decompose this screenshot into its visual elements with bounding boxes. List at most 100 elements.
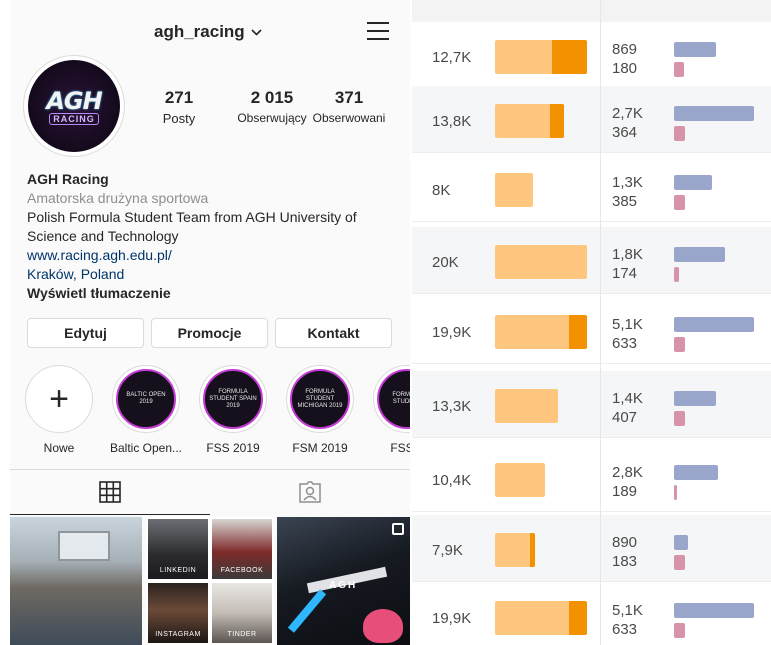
highlight-cover-text: FORMULA STUDENT [377,369,410,429]
highlight-fsm-2019[interactable]: FORMULA STUDENT MICHIGAN 2019 FSM 2019 [280,365,360,455]
impressions-bar [674,247,725,262]
impressions-value: 869 [612,41,638,58]
menu-icon[interactable] [367,22,389,40]
insights-table: 12,7K 869 180 13,8K 2,7K 364 8K 1,3K 385 20K 1,8K 1… [412,0,771,645]
translate-link[interactable]: Wyświetl tłumaczenie [27,284,405,303]
insight-row[interactable]: 19,9K 5,1K 633 [412,297,771,363]
active-tab-indicator [10,514,210,515]
highlight-fss-2[interactable]: FORMULA STUDENT FSS 2 [367,365,410,455]
highlight-new-circle: + [25,365,93,433]
impressions-value: 2,7K [612,105,643,122]
profile-tabs [10,469,410,515]
collage-caption: LINKEDIN [159,567,197,574]
highlight-cover: FORMULA STUDENT [373,365,410,433]
insight-row[interactable]: 13,3K 1,4K 407 [412,371,771,437]
highlight-new[interactable]: + Nowe [19,365,99,455]
reach-bar [495,601,587,635]
username: agh_racing [154,22,245,41]
grid-icon [99,481,121,503]
post-thumbnail[interactable]: AGH [277,517,410,645]
impressions-value: 1,3K [612,174,643,191]
impressions-value: 890 [612,534,638,551]
reach-bar [495,533,535,567]
reach-bar [495,173,533,207]
location-link[interactable]: Kraków, Poland [27,265,405,284]
reach-bar [495,463,545,497]
insight-row[interactable]: 7,9K 890 183 [412,515,771,581]
stat-posts-value: 271 [164,88,194,107]
promotions-button[interactable]: Promocje [151,318,268,348]
heart-sticker [363,609,403,643]
impressions-value: 5,1K [612,316,643,333]
interactions-value: 189 [612,483,638,500]
row-divider [412,363,771,364]
interactions-value: 174 [612,265,638,282]
story-highlights: + Nowe BALTIC OPEN 2019 Baltic Open... F… [10,365,410,460]
top-bar: agh_racing [10,0,410,62]
impressions-bar [674,603,754,618]
highlight-cover: FORMULA STUDENT SPAIN 2019 [199,365,267,433]
insight-row[interactable]: 8K 1,3K 385 [412,155,771,221]
interactions-bar [674,411,685,426]
contact-button[interactable]: Kontakt [275,318,392,348]
post-thumbnail[interactable]: LINKEDIN FACEBOOK INSTAGRAM TINDER [146,517,274,645]
chevron-down-icon [251,25,262,39]
row-divider [412,152,771,153]
insight-row[interactable]: 20K 1,8K 174 [412,227,771,293]
interactions-bar [674,555,685,570]
bio-line-2: Science and Technology [27,228,179,244]
website-link[interactable]: www.racing.agh.edu.pl/ [27,246,405,265]
avatar-logo-text: AGH [46,87,102,115]
impressions-bar [674,42,716,57]
impressions-bar [674,317,754,332]
interactions-value: 385 [612,193,638,210]
highlight-cover-text: FORMULA STUDENT SPAIN 2019 [203,369,263,429]
row-divider [412,293,771,294]
row-divider [412,581,771,582]
reach-bar-highlight [550,104,564,138]
avatar-logo: AGH RACING [28,60,120,152]
interactions-value: 407 [612,409,638,426]
avatar[interactable]: AGH RACING [23,55,125,157]
impressions-bar [674,465,718,480]
reach-bar-highlight [568,601,587,635]
stat-following[interactable]: 371 Obserwowani [308,88,390,125]
stat-followers[interactable]: 2 015 Obserwujący [222,88,322,125]
interactions-value: 180 [612,60,638,77]
highlight-cover-text: BALTIC OPEN 2019 [116,369,176,429]
impressions-value: 1,4K [612,390,643,407]
reach-value: 20K [432,254,459,271]
tab-tagged[interactable] [210,470,410,514]
multiple-posts-icon [392,523,404,535]
highlight-cover-text: FORMULA STUDENT MICHIGAN 2019 [290,369,350,429]
impressions-value: 1,8K [612,246,643,263]
account-switcher[interactable]: agh_racing [154,22,262,42]
post-thumbnail[interactable] [10,517,142,645]
insight-row[interactable]: 19,9K 5,1K 633 [412,583,771,645]
column-divider [600,0,601,645]
highlight-label: FSS 2019 [206,441,260,455]
highlight-baltic-open[interactable]: BALTIC OPEN 2019 Baltic Open... [106,365,186,455]
highlight-label: FSM 2019 [292,441,348,455]
highlight-fss-2019[interactable]: FORMULA STUDENT SPAIN 2019 FSS 2019 [193,365,273,455]
tab-grid[interactable] [10,470,210,515]
collage-tile: FACEBOOK [212,519,272,579]
reach-bar [495,104,564,138]
profile-category: Amatorska drużyna sportowa [27,190,209,206]
reach-value: 12,7K [432,49,472,66]
stat-posts[interactable]: 271 Posty [156,88,202,126]
instagram-profile: agh_racing AGH RACING 271 Posty 2 015 Ob… [10,0,410,645]
posts-grid: LINKEDIN FACEBOOK INSTAGRAM TINDER AGH [10,517,410,645]
tagged-icon [299,481,321,503]
interactions-bar [674,126,685,141]
reach-value: 13,3K [432,398,472,415]
highlight-label: Nowe [43,441,75,455]
insight-row[interactable]: 13,8K 2,7K 364 [412,86,771,152]
reach-bar-highlight [552,40,587,74]
insight-row[interactable]: 10,4K 2,8K 189 [412,445,771,511]
impressions-value: 5,1K [612,602,643,619]
row-divider [412,221,771,222]
insight-row[interactable]: 12,7K 869 180 [412,22,771,88]
reach-value: 19,9K [432,324,472,341]
edit-profile-button[interactable]: Edytuj [27,318,144,348]
